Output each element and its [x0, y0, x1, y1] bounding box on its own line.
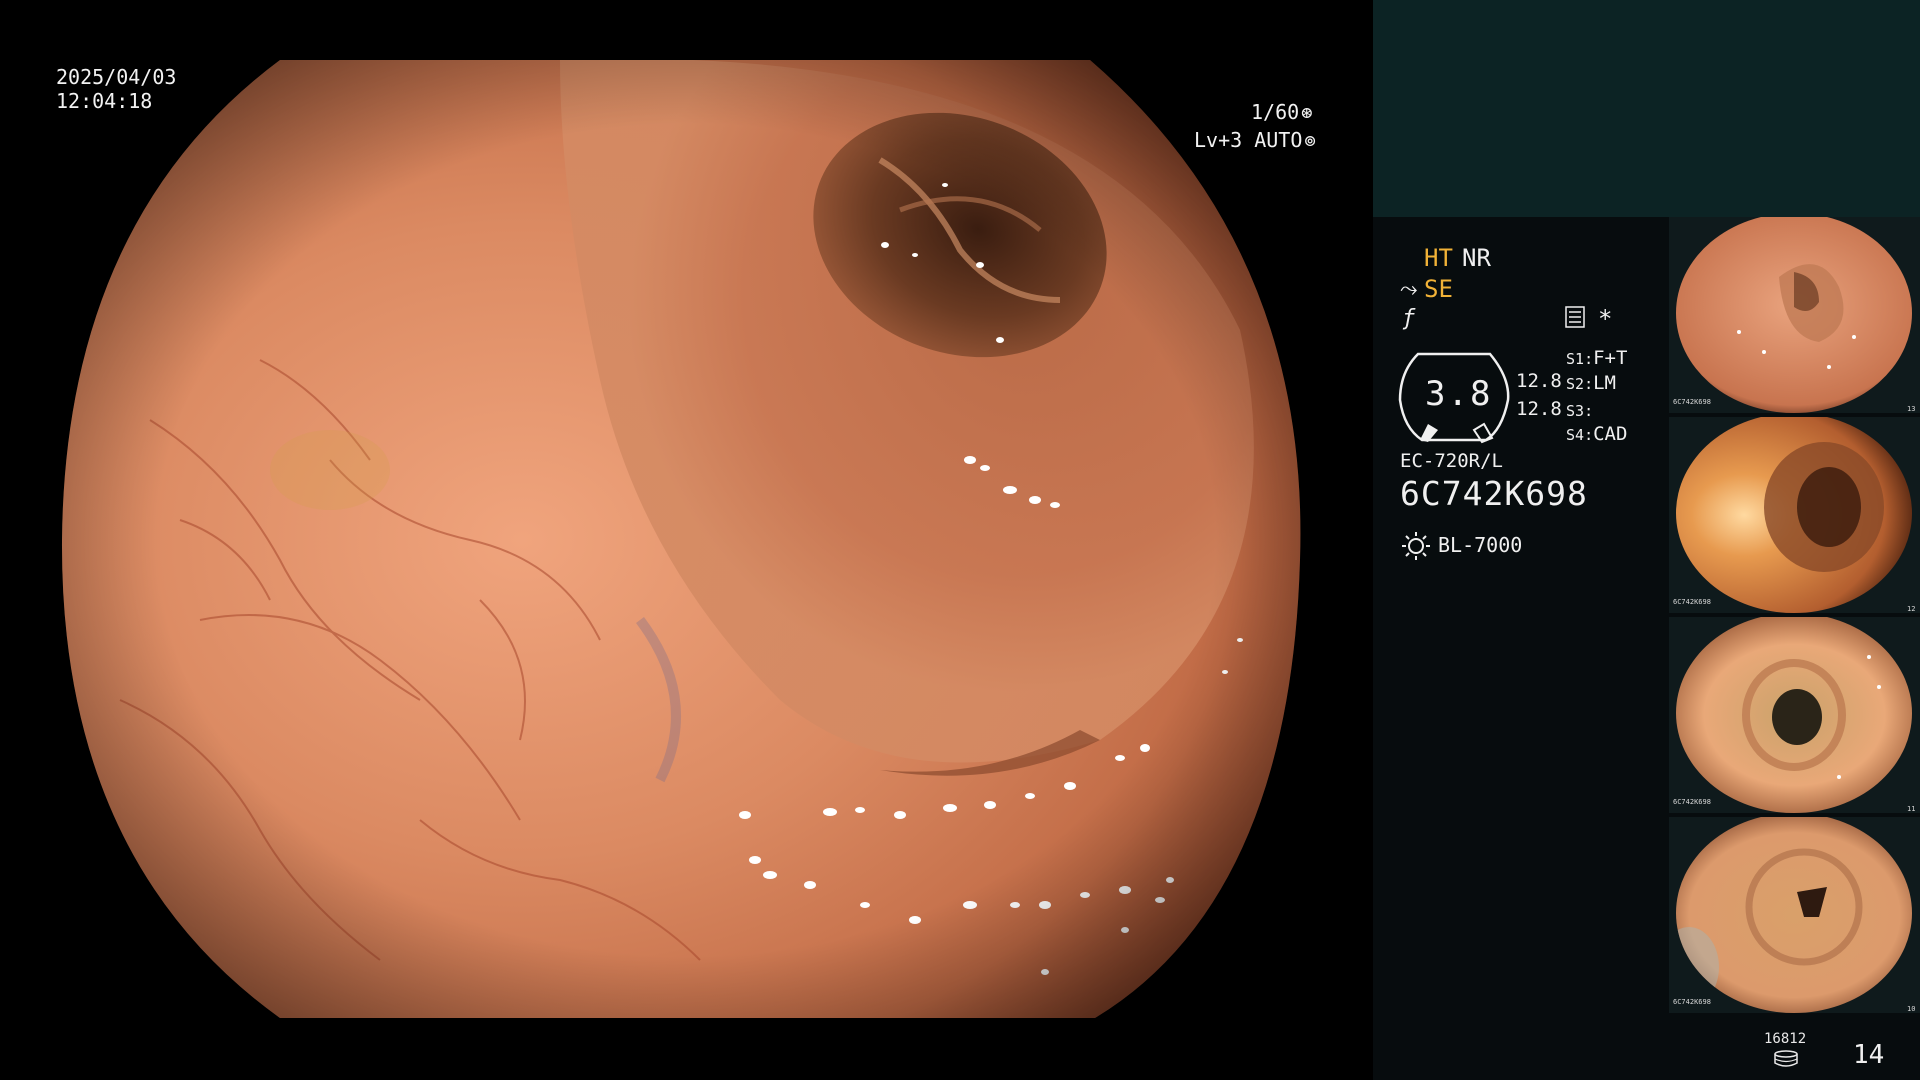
- switch-s1-key: S1: [1566, 350, 1585, 368]
- thumbnail-index: 12: [1907, 605, 1916, 613]
- thumbnail-label: 6C742K698: [1673, 798, 1711, 806]
- endoscope-live-view: 2025/04/03 12:04:18 1/60 ⊛ Lv+3 AUTO ⊚: [0, 0, 1373, 1080]
- scope-tip-icon: ⤳: [1400, 277, 1418, 302]
- light-source-model: BL-7000: [1438, 533, 1523, 557]
- asterisk-indicator: *: [1598, 305, 1613, 333]
- captured-thumbnail-3[interactable]: 6C742K698 11: [1669, 617, 1920, 813]
- thumbnail-label: 6C742K698: [1673, 598, 1711, 606]
- scope-serial: 6C742K698: [1400, 474, 1588, 513]
- thumbnail-image: [1669, 817, 1920, 1013]
- storage-disk-icon: [1774, 1050, 1798, 1067]
- mode-se-indicator: SE: [1424, 275, 1453, 303]
- captured-thumbnail-2[interactable]: 6C742K698 12: [1669, 417, 1920, 613]
- aperture-icon: ⊛: [1301, 102, 1313, 124]
- shutter-speed: 1/60 ⊛: [1251, 99, 1313, 126]
- switch-s2-value: LM: [1593, 372, 1616, 394]
- storage-remaining-count: 16812: [1764, 1031, 1807, 1047]
- thumbnail-label: 6C742K698: [1673, 398, 1711, 406]
- switch-s4-key: S4: [1566, 426, 1585, 444]
- switch-s3: S3:: [1566, 402, 1594, 420]
- auto-iris-icon: ⊚: [1304, 130, 1316, 152]
- thumbnail-image: [1669, 217, 1920, 413]
- thumbnail-index: 11: [1907, 805, 1916, 813]
- exam-time: 12:04:18: [56, 89, 153, 113]
- switch-s2: S2:LM: [1566, 372, 1616, 394]
- switch-s4: S4:CAD: [1566, 423, 1628, 445]
- exam-date: 2025/04/03: [56, 65, 177, 89]
- switch-s1: S1:F+T: [1566, 347, 1628, 369]
- thumbnail-index: 13: [1907, 405, 1916, 413]
- endoscopy-monitor: 2025/04/03 12:04:18 1/60 ⊛ Lv+3 AUTO ⊚ HT …: [0, 0, 1920, 1080]
- switch-s3-key: S3: [1566, 402, 1585, 420]
- switch-s4-value: CAD: [1593, 423, 1628, 445]
- brightness-level: Lv+3 AUTO ⊚: [1194, 127, 1316, 154]
- switch-s1-value: F+T: [1593, 347, 1628, 369]
- thumbnail-image: [1669, 417, 1920, 613]
- scope-model: EC-720R/L: [1400, 450, 1503, 472]
- brightness-level-value: Lv+3 AUTO: [1194, 128, 1303, 152]
- setting-value-a: 12.8: [1516, 370, 1562, 392]
- setting-value-b: 12.8: [1516, 398, 1562, 420]
- shutter-speed-value: 1/60: [1251, 100, 1300, 124]
- captured-thumbnail-4[interactable]: 6C742K698 10: [1669, 817, 1920, 1013]
- switch-s2-key: S2: [1566, 375, 1585, 393]
- zoom-value: 3.8: [1425, 374, 1493, 414]
- mode-ht-indicator: HT: [1424, 244, 1453, 272]
- captured-thumbnail-1[interactable]: 6C742K698 13: [1669, 217, 1920, 413]
- thumbnail-image: [1669, 617, 1920, 813]
- thumbnail-label: 6C742K698: [1673, 998, 1711, 1006]
- patient-info-area: [1373, 0, 1920, 217]
- menu-list-icon: [1565, 306, 1585, 328]
- lightning-icon: ƒ: [1402, 306, 1416, 331]
- colon-lumen-image: [61, 60, 1301, 1018]
- light-bulb-icon: [1402, 532, 1430, 560]
- captured-image-count: 14: [1853, 1040, 1885, 1070]
- mode-nr-indicator: NR: [1462, 244, 1491, 272]
- thumbnail-index: 10: [1907, 1005, 1916, 1013]
